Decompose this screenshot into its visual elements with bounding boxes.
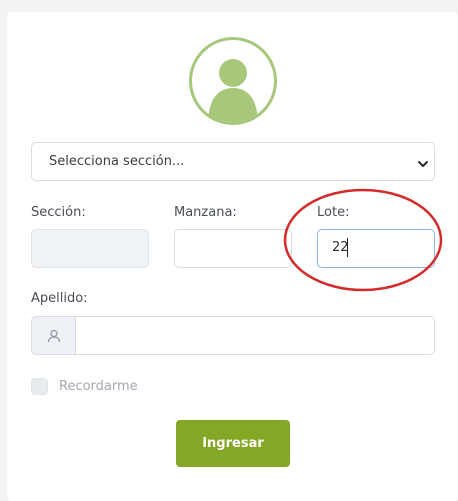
submit-button[interactable]: Ingresar — [176, 420, 290, 467]
user-icon — [47, 329, 61, 343]
lote-field[interactable]: 22 — [317, 229, 435, 268]
lote-label: Lote: — [317, 205, 350, 220]
submit-button-label: Ingresar — [202, 436, 264, 451]
section-select[interactable]: Selecciona sección... — [31, 142, 435, 181]
remember-checkbox[interactable] — [31, 378, 48, 395]
apellido-prefix — [31, 316, 76, 355]
seccion-label: Sección: — [31, 205, 86, 220]
apellido-field[interactable] — [75, 316, 435, 355]
apellido-label: Apellido: — [31, 291, 88, 306]
user-avatar-icon — [189, 37, 277, 125]
chevron-down-icon — [417, 155, 429, 174]
text-caret — [347, 238, 348, 257]
manzana-field[interactable] — [174, 229, 292, 268]
section-select-value: Selecciona sección... — [49, 154, 185, 169]
remember-label: Recordarme — [59, 379, 138, 394]
manzana-label: Manzana: — [174, 205, 237, 220]
seccion-field — [31, 229, 149, 268]
